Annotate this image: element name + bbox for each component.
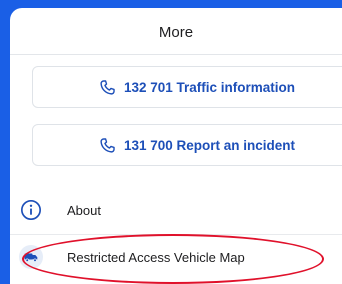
traffic-information-call-button[interactable]: 132 701 Traffic information <box>32 66 342 108</box>
menu-item-about[interactable]: About <box>10 190 342 230</box>
report-incident-call-button[interactable]: 131 700 Report an incident <box>32 124 342 166</box>
truck-icon <box>19 245 43 269</box>
menu-item-restricted-access-vehicle-map[interactable]: Restricted Access Vehicle Map <box>10 237 342 277</box>
menu-item-label: About <box>67 202 101 218</box>
menu-item-label: Restricted Access Vehicle Map <box>67 249 245 265</box>
phone-icon <box>99 137 116 154</box>
header: More <box>10 8 342 55</box>
info-icon <box>19 198 43 222</box>
page-title: More <box>158 24 194 41</box>
traffic-information-label: 132 701 Traffic information <box>123 79 296 95</box>
divider <box>10 234 342 235</box>
phone-icon <box>99 79 116 96</box>
report-incident-label: 131 700 Report an incident <box>123 137 296 153</box>
more-sheet: More 132 701 Traffic information 131 700… <box>10 8 342 284</box>
